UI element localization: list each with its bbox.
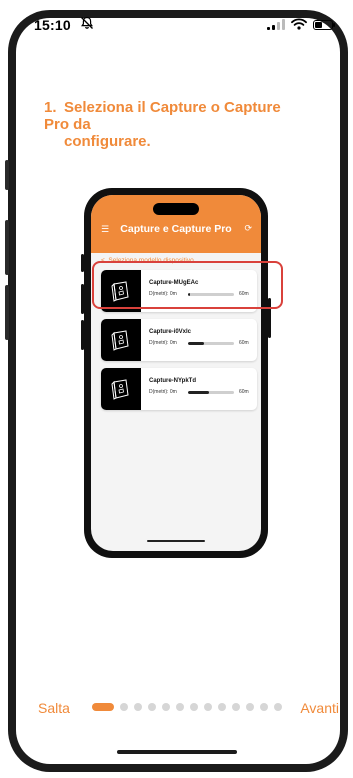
distance-label: D(metri): 0m [149,389,177,395]
status-time: 15:10 [34,17,71,33]
illustration-home-indicator [147,540,205,542]
max-distance-label: 60m [239,389,249,395]
page-dot [134,703,142,711]
device-name: Capture-i0Vxlc [149,329,192,335]
page-dot [260,703,268,711]
page-dot [232,703,240,711]
device-thumbnail [101,319,141,361]
signal-bar [188,390,234,394]
device-card: Capture-i0Vxlc D(metri): 0m 60m [101,319,257,361]
battery-icon [313,20,335,30]
side-button [5,220,9,275]
page-dot [162,703,170,711]
page-dot [274,703,282,711]
page-dot [204,703,212,711]
illustration-app-title: Capture e Capture Pro [120,223,232,235]
cellular-signal-icon [267,19,285,30]
page-dot [176,703,184,711]
page-dot-active [92,703,114,711]
instruction-line-1: Seleziona il Capture o Capture Pro da [44,99,281,133]
device-name: Capture-NYpkTd [149,378,197,384]
camera-trap-icon [111,330,129,351]
dynamic-island [153,203,199,215]
illustration-app-header: ☰ Capture e Capture Pro ⟳ [91,195,261,253]
phone-illustration: ☰ Capture e Capture Pro ⟳ < Seleziona mo… [81,188,271,558]
signal-bar [188,341,234,345]
refresh-icon: ⟳ [244,223,252,233]
status-icons [267,18,335,30]
step-number: 1. [44,99,57,116]
device-card: Capture-NYpkTd D(metri): 0m 60m [101,368,257,410]
home-indicator [117,750,237,754]
max-distance-label: 60m [239,340,249,346]
page-dot [120,703,128,711]
page-dot [148,703,156,711]
next-button[interactable]: Avanti [300,700,339,716]
page-dot [218,703,226,711]
camera-trap-icon [111,379,129,400]
page-indicator [92,703,282,711]
distance-label: D(metri): 0m [149,340,177,346]
selection-highlight [92,261,283,309]
page-dot [246,703,254,711]
bell-muted-icon [81,16,93,29]
device-thumbnail [101,368,141,410]
wifi-icon [291,18,307,30]
instruction-text: 1. Seleziona il Capture o Capture Pro da … [44,99,304,150]
side-button [5,285,9,340]
skip-button[interactable]: Salta [38,700,70,716]
page-dot [190,703,198,711]
instruction-line-2: configurare. [64,133,151,150]
side-button [5,160,9,190]
illustration-screen: ☰ Capture e Capture Pro ⟳ < Seleziona mo… [91,195,261,551]
